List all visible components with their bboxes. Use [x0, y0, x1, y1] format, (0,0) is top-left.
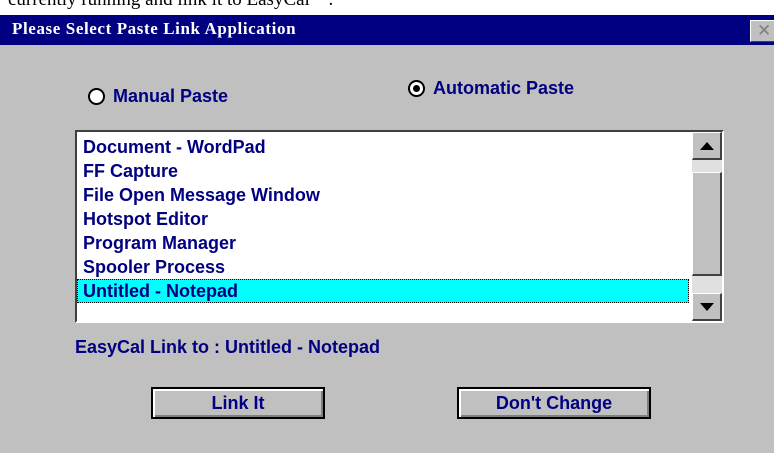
dialog-title: Please Select Paste Link Application	[12, 19, 297, 38]
link-status-text: EasyCal Link to : Untitled - Notepad	[75, 337, 381, 357]
list-item[interactable]: Program Manager	[77, 231, 689, 255]
dont-change-button[interactable]: Don't Change	[457, 387, 651, 419]
list-item[interactable]: Spooler Process	[77, 255, 689, 279]
close-icon: ✕	[757, 21, 772, 41]
manual-paste-label: Manual Paste	[113, 86, 229, 106]
automatic-paste-radio[interactable]: Automatic Paste	[408, 78, 574, 99]
list-item[interactable]: Document - WordPad	[77, 135, 689, 159]
up-arrow-icon	[700, 142, 714, 150]
link-it-button[interactable]: Link It	[151, 387, 325, 419]
manual-paste-radio-circle[interactable]	[88, 88, 105, 105]
list-item[interactable]: FF Capture	[77, 159, 689, 183]
list-scrollbar[interactable]	[692, 132, 722, 321]
radio-selected-dot	[413, 85, 420, 92]
scroll-thumb[interactable]	[692, 172, 722, 276]
automatic-paste-radio-circle[interactable]	[408, 80, 425, 97]
list-item-selected[interactable]: Untitled - Notepad	[77, 279, 689, 303]
scroll-up-button[interactable]	[692, 132, 722, 160]
automatic-paste-label: Automatic Paste	[433, 78, 575, 98]
list-item[interactable]: Hotspot Editor	[77, 207, 689, 231]
background-text: currently running and link it to EasyCal…	[8, 0, 333, 11]
title-bar[interactable]: Please Select Paste Link Application ✕	[0, 15, 774, 45]
close-button[interactable]: ✕	[750, 20, 774, 42]
manual-paste-radio[interactable]: Manual Paste	[88, 86, 228, 107]
list-item[interactable]: File Open Message Window	[77, 183, 689, 207]
scroll-down-button[interactable]	[692, 293, 722, 321]
application-listbox[interactable]: Document - WordPad FF Capture File Open …	[75, 130, 724, 323]
application-list: Document - WordPad FF Capture File Open …	[77, 135, 689, 303]
paste-link-dialog: Please Select Paste Link Application ✕ M…	[0, 15, 774, 453]
down-arrow-icon	[700, 303, 714, 311]
